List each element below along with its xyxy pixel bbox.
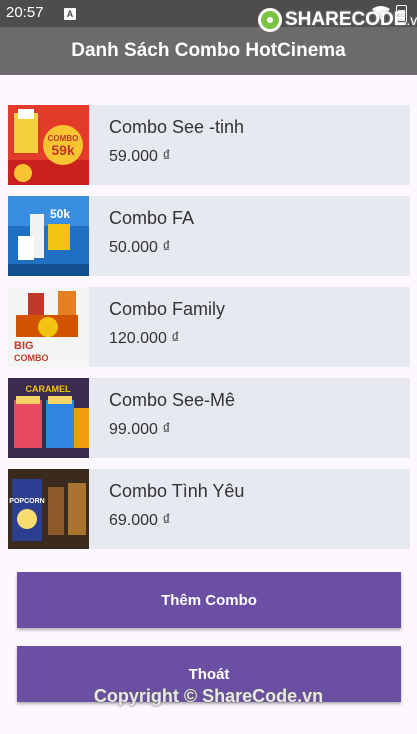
status-time: 20:57 [6, 4, 44, 21]
combo-thumbnail: BIG COMBO [8, 287, 89, 367]
combo-name: Combo Family [109, 299, 226, 319]
combo-row[interactable]: POPCORN Combo Tình Yêu 69.000 ₫ [8, 469, 410, 549]
combo-name: Combo See-Mê [109, 390, 236, 410]
combo-price: 59.000 ₫ [109, 148, 171, 165]
combo-thumbnail: 50k [8, 196, 89, 276]
sharecode-logo-icon [258, 8, 282, 32]
app-bar: Danh Sách Combo HotCinema [0, 27, 417, 75]
combo-price: 50.000 ₫ [109, 239, 171, 256]
copyright-watermark: Copyright © ShareCode.vn [93, 686, 324, 706]
combo-price: 99.000 ₫ [109, 421, 171, 438]
svg-text:BIG: BIG [14, 340, 34, 352]
watermark-suffix: .vn [406, 12, 417, 28]
combo-row[interactable]: BIG COMBO Combo Family 120.000 ₫ [8, 287, 410, 367]
combo-price: 120.000 ₫ [109, 330, 180, 347]
combo-thumbnail: POPCORN [8, 469, 89, 549]
svg-text:CARAMEL: CARAMEL [26, 384, 71, 394]
combo-name: Combo See -tinh [109, 117, 245, 137]
sharecode-watermark: SHARECODE.vn [258, 8, 417, 32]
page-title: Danh Sách Combo HotCinema [71, 40, 346, 61]
add-combo-button[interactable]: Thêm Combo [17, 572, 401, 628]
watermark-brand: SHARECODE [285, 9, 407, 30]
combo-row[interactable]: CARAMEL Combo See-Mê 99.000 ₫ [8, 378, 410, 458]
svg-text:POPCORN: POPCORN [9, 498, 44, 505]
combo-row[interactable]: COMBO 59k Combo See -tinh 59.000 ₫ [8, 105, 410, 185]
combo-name: Combo Tình Yêu [109, 481, 245, 501]
combo-price: 69.000 ₫ [109, 512, 171, 529]
svg-text:50k: 50k [50, 207, 70, 221]
combo-row[interactable]: 50k Combo FA 50.000 ₫ [8, 196, 410, 276]
svg-text:COMBO: COMBO [14, 353, 49, 363]
combo-thumbnail: COMBO 59k [8, 105, 89, 185]
svg-text:59k: 59k [51, 142, 75, 158]
combo-thumbnail: CARAMEL [8, 378, 89, 458]
notification-a-icon: A [64, 8, 76, 20]
combo-name: Combo FA [109, 208, 195, 228]
